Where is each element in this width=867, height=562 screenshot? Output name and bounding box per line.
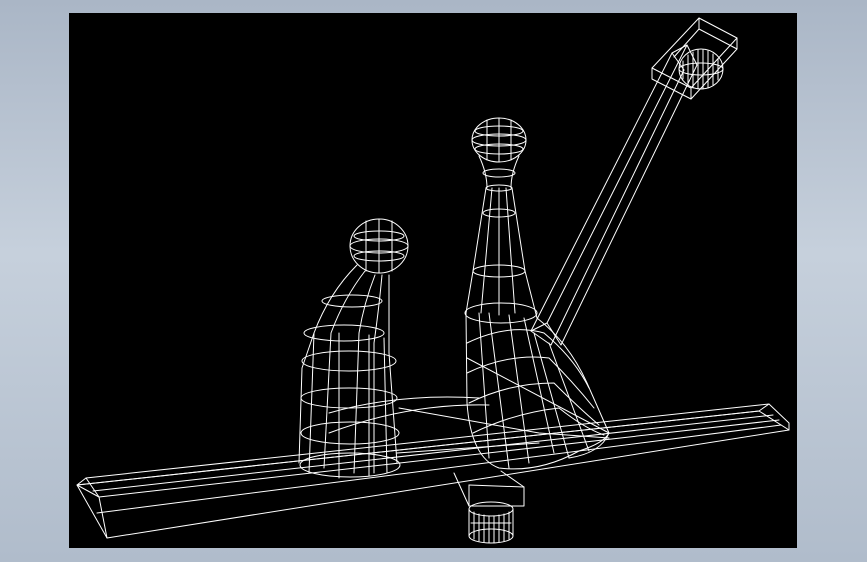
- window-frame: [0, 0, 867, 562]
- arm-end-box: [651, 17, 738, 100]
- tall-handle: [464, 117, 610, 470]
- cross-block: [453, 470, 525, 507]
- inclined-arm: [530, 44, 698, 346]
- short-handle: [298, 218, 409, 479]
- wireframe-model: [76, 17, 790, 544]
- linkage: [328, 396, 610, 454]
- bottom-roller: [468, 501, 514, 544]
- top-roller: [678, 48, 724, 90]
- base-bar: [76, 403, 790, 539]
- cad-viewport[interactable]: [69, 13, 797, 548]
